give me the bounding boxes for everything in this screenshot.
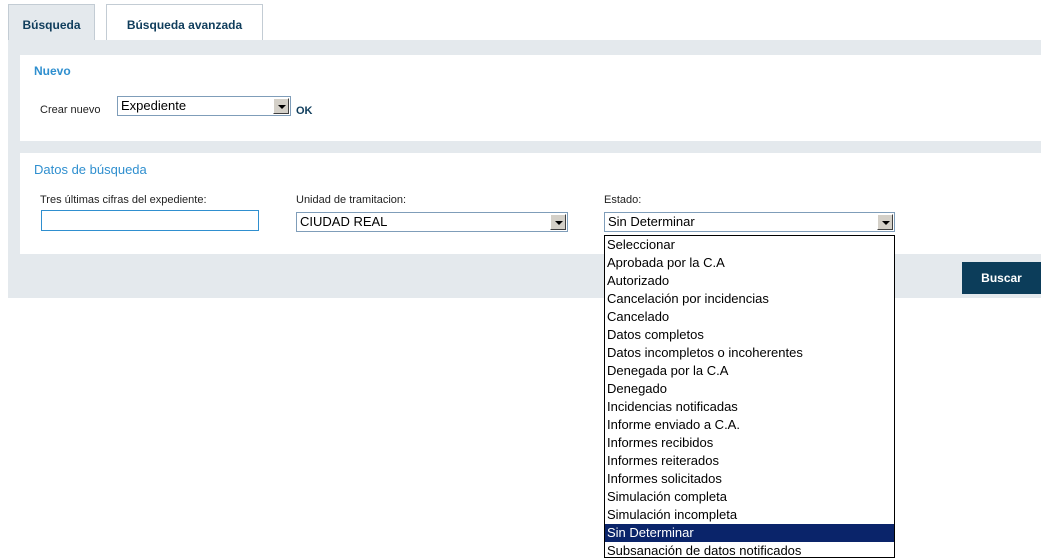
estado-dropdown-list[interactable]: Seleccionar Aprobada por la C.A Autorizado… <box>604 235 895 558</box>
search-data-title: Datos de búsqueda <box>34 162 147 177</box>
chevron-down-icon[interactable] <box>877 214 893 230</box>
estado-option[interactable]: Informes reiterados <box>605 452 894 470</box>
unidad-label: Unidad de tramitacion: <box>296 194 407 206</box>
estado-option[interactable]: Simulación incompleta <box>605 506 894 524</box>
estado-value: Sin Determinar <box>608 214 695 229</box>
estado-option[interactable]: Sin Determinar <box>605 524 894 542</box>
nuevo-title: Nuevo <box>34 64 71 78</box>
estado-option[interactable]: Simulación completa <box>605 488 894 506</box>
estado-option[interactable]: Informe enviado a C.A. <box>605 416 894 434</box>
estado-option[interactable]: Aprobada por la C.A <box>605 254 894 272</box>
expediente-label: Tres últimas cifras del expediente: <box>40 194 207 206</box>
estado-option[interactable]: Autorizado <box>605 272 894 290</box>
create-new-label: Crear nuevo <box>40 104 101 116</box>
unidad-value: CIUDAD REAL <box>300 214 388 229</box>
estado-option[interactable]: Denegado <box>605 380 894 398</box>
estado-select[interactable]: Sin Determinar <box>604 212 895 232</box>
search-button[interactable]: Buscar <box>962 262 1041 294</box>
chevron-down-icon[interactable] <box>273 98 289 114</box>
create-type-value: Expediente <box>121 98 187 113</box>
create-type-select[interactable]: Expediente <box>117 96 291 116</box>
unidad-select[interactable]: CIUDAD REAL <box>296 212 568 232</box>
estado-option[interactable]: Cancelación por incidencias <box>605 290 894 308</box>
estado-option[interactable]: Denegada por la C.A <box>605 362 894 380</box>
chevron-down-icon[interactable] <box>550 214 566 230</box>
estado-option[interactable]: Cancelado <box>605 308 894 326</box>
expediente-input[interactable] <box>41 210 259 231</box>
estado-option[interactable]: Seleccionar <box>605 236 894 254</box>
ok-link[interactable]: OK <box>296 105 313 117</box>
tab-busqueda[interactable]: Búsqueda <box>8 4 95 41</box>
estado-option[interactable]: Datos completos <box>605 326 894 344</box>
estado-option[interactable]: Subsanación de datos notificados <box>605 542 894 557</box>
estado-option[interactable]: Informes solicitados <box>605 470 894 488</box>
nuevo-section: Nuevo Crear nuevo Expediente OK <box>20 55 1041 141</box>
estado-option[interactable]: Incidencias notificadas <box>605 398 894 416</box>
tab-busqueda-avanzada[interactable]: Búsqueda avanzada <box>106 4 263 41</box>
estado-option[interactable]: Informes recibidos <box>605 434 894 452</box>
estado-option[interactable]: Datos incompletos o incoherentes <box>605 344 894 362</box>
estado-label: Estado: <box>604 194 642 206</box>
